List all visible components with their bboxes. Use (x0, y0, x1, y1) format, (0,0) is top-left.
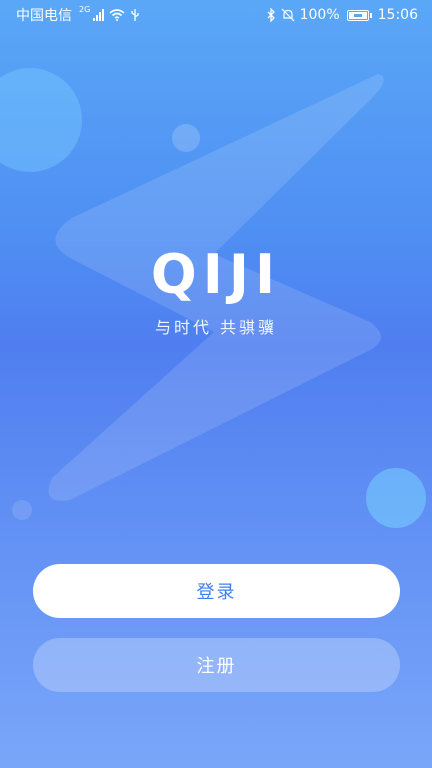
mute-bell-icon (281, 8, 295, 22)
usb-icon (131, 9, 139, 21)
battery-icon (346, 9, 372, 21)
wifi-icon (109, 9, 125, 21)
decor-circle-right (366, 468, 426, 528)
status-bar: 中国电信 2G 100% 15:06 (0, 0, 432, 30)
network-type-label: 2G (79, 4, 91, 14)
status-right: 100% 15:06 (266, 7, 418, 23)
login-button[interactable]: 登录 (33, 564, 400, 618)
register-button[interactable]: 注册 (33, 638, 400, 692)
bluetooth-icon (267, 8, 275, 22)
app-tagline: 与时代 共骐骥 (154, 318, 278, 337)
battery-percent: 100% (299, 7, 340, 23)
decor-glow (172, 124, 200, 152)
status-left: 中国电信 2G (16, 5, 140, 25)
clock-time: 15:06 (377, 7, 418, 23)
decor-glow-bottom-left (12, 500, 32, 520)
cellular-signal-icon (93, 9, 105, 21)
decor-circle-top-left (0, 68, 82, 172)
carrier-label: 中国电信 (16, 8, 72, 24)
app-logo: QIJI (150, 243, 282, 306)
